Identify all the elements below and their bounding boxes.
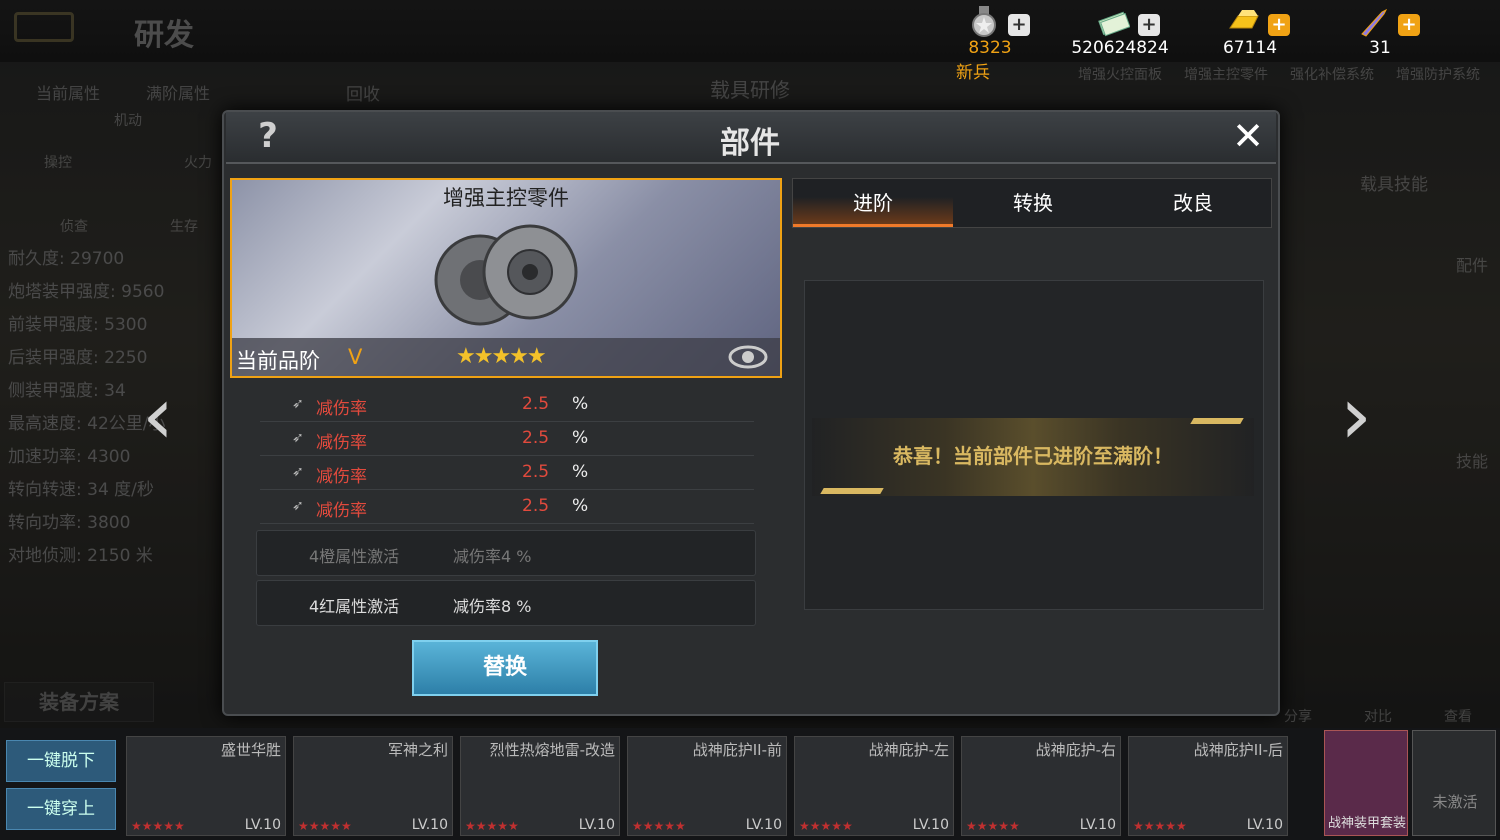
slot-level: LV.10 (1246, 817, 1283, 833)
stat-name: 减伤率 (316, 501, 367, 521)
suit-slot[interactable]: 战神装甲套装 (1324, 730, 1408, 836)
medal-icon (972, 6, 996, 37)
next-arrow[interactable]: › (1340, 376, 1376, 460)
rocket-icon (1361, 8, 1388, 37)
equipment-slot[interactable]: 战神庇护-左 ★★★★★ LV.10 (794, 736, 954, 836)
cash-icon (1098, 11, 1130, 37)
gold-icon (1229, 10, 1259, 29)
suit-label: 战神装甲套装 (1327, 816, 1406, 831)
slot-name: 军神之利 (387, 741, 448, 759)
equipment-slot[interactable]: 盛世华胜 ★★★★★ LV.10 (126, 736, 286, 836)
brake-disc-image (434, 224, 578, 326)
equipment-slot[interactable]: 战神庇护II-后 ★★★★★ LV.10 (1128, 736, 1288, 836)
equipment-slot[interactable]: 军神之利 ★★★★★ LV.10 (293, 736, 453, 836)
stat-row: ➶ 减伤率 2.5 % (260, 491, 754, 524)
stat-name: 减伤率 (316, 433, 367, 453)
banner-stripe (820, 488, 884, 494)
slot-level: LV.10 (1079, 817, 1116, 833)
gold-value: 67114 (1222, 38, 1278, 58)
set-bonus-row: 4橙属性激活 减伤率4 % (256, 530, 756, 576)
shield-icon: ➶ (292, 430, 304, 446)
medal-value: 8323 (968, 38, 1012, 58)
slot-stars: ★★★★★ (799, 819, 853, 833)
currency-rocket: + 31 (1320, 4, 1440, 60)
inactive-slot: 未激活 (1412, 730, 1496, 836)
close-icon[interactable]: ✕ (1228, 114, 1268, 158)
equipment-slot[interactable]: 烈性热熔地雷-改造 ★★★★★ LV.10 (460, 736, 620, 836)
prev-arrow[interactable]: ‹ (142, 376, 178, 460)
slot-level: LV.10 (912, 817, 949, 833)
eye-icon[interactable] (728, 344, 768, 370)
shield-icon: ➶ (292, 464, 304, 480)
slot-level: LV.10 (745, 817, 782, 833)
replace-button[interactable]: 替换 (412, 640, 598, 696)
set-bonus-row: 4红属性激活 减伤率8 % (256, 580, 756, 626)
cash-value: 520624824 (1071, 38, 1169, 58)
slot-stars: ★★★★★ (966, 819, 1020, 833)
stat-unit: % (572, 462, 589, 482)
modal-tabs: 进阶 转换 改良 (792, 178, 1272, 228)
modal-title: 部件 (720, 126, 780, 161)
slot-name: 战神庇护-左 (868, 741, 949, 759)
stat-unit: % (572, 394, 589, 414)
stat-name: 减伤率 (316, 399, 367, 419)
set-bonus-condition: 4橙属性激活 (309, 547, 400, 566)
star-rating: ★★★★★ (456, 344, 547, 369)
slot-level: LV.10 (244, 817, 281, 833)
stat-name: 减伤率 (316, 467, 367, 487)
slot-stars: ★★★★★ (465, 819, 519, 833)
tab-improve[interactable]: 改良 (1113, 179, 1273, 227)
help-icon[interactable]: ? (248, 116, 288, 156)
stat-value: 2.5 (522, 394, 550, 414)
stat-row: ➶ 减伤率 2.5 % (260, 457, 754, 490)
slot-name: 战神庇护II-后 (1193, 741, 1283, 759)
rank-label: 新兵 (956, 63, 990, 83)
tab-convert[interactable]: 转换 (953, 179, 1113, 227)
equipment-slot[interactable]: 战神庇护-右 ★★★★★ LV.10 (961, 736, 1121, 836)
stat-unit: % (572, 428, 589, 448)
stat-value: 2.5 (522, 428, 550, 448)
add-rocket-button[interactable]: + (1398, 14, 1420, 36)
tab-advance[interactable]: 进阶 (793, 179, 953, 227)
currency-gold: + 67114 (1190, 4, 1310, 60)
unequip-all-button[interactable]: 一键脱下 (6, 740, 116, 782)
slot-level: LV.10 (578, 817, 615, 833)
set-bonus-condition: 4红属性激活 (309, 597, 400, 616)
stat-value: 2.5 (522, 496, 550, 516)
add-cash-button[interactable]: + (1138, 14, 1160, 36)
slot-stars: ★★★★★ (298, 819, 352, 833)
slot-name: 盛世华胜 (220, 741, 281, 759)
slot-stars: ★★★★★ (131, 819, 185, 833)
rocket-value: 31 (1369, 38, 1391, 58)
slot-name: 烈性热熔地雷-改造 (489, 741, 615, 759)
stat-value: 2.5 (522, 462, 550, 482)
slot-name: 战神庇护II-前 (692, 741, 782, 759)
shield-icon: ➶ (292, 498, 304, 514)
equip-all-button[interactable]: 一键穿上 (6, 788, 116, 830)
set-bonus-effect: 减伤率8 % (453, 597, 532, 616)
currency-medal: + 8323 (930, 4, 1050, 60)
add-medal-button[interactable]: + (1008, 14, 1030, 36)
banner-stripe (1190, 418, 1244, 424)
currency-cash: + 520624824 (1060, 4, 1180, 60)
quality-label: 当前品阶 (236, 349, 320, 373)
slot-level: LV.10 (411, 817, 448, 833)
slot-stars: ★★★★★ (632, 819, 686, 833)
add-gold-button[interactable]: + (1268, 14, 1290, 36)
shield-icon: ➶ (292, 396, 304, 412)
inactive-label: 未激活 (1432, 793, 1478, 811)
part-name: 增强主控零件 (443, 186, 569, 210)
max-level-message: 恭喜！当前部件已进阶至满阶！ (893, 444, 1173, 468)
stat-unit: % (572, 496, 589, 516)
set-bonus-effect: 减伤率4 % (453, 547, 532, 566)
slot-name: 战神庇护-右 (1035, 741, 1116, 759)
quality-value: V (348, 345, 363, 369)
stat-row: ➶ 减伤率 2.5 % (260, 423, 754, 456)
equipment-slot[interactable]: 战神庇护II-前 ★★★★★ LV.10 (627, 736, 787, 836)
stat-row: ➶ 减伤率 2.5 % (260, 389, 754, 422)
slot-stars: ★★★★★ (1133, 819, 1187, 833)
